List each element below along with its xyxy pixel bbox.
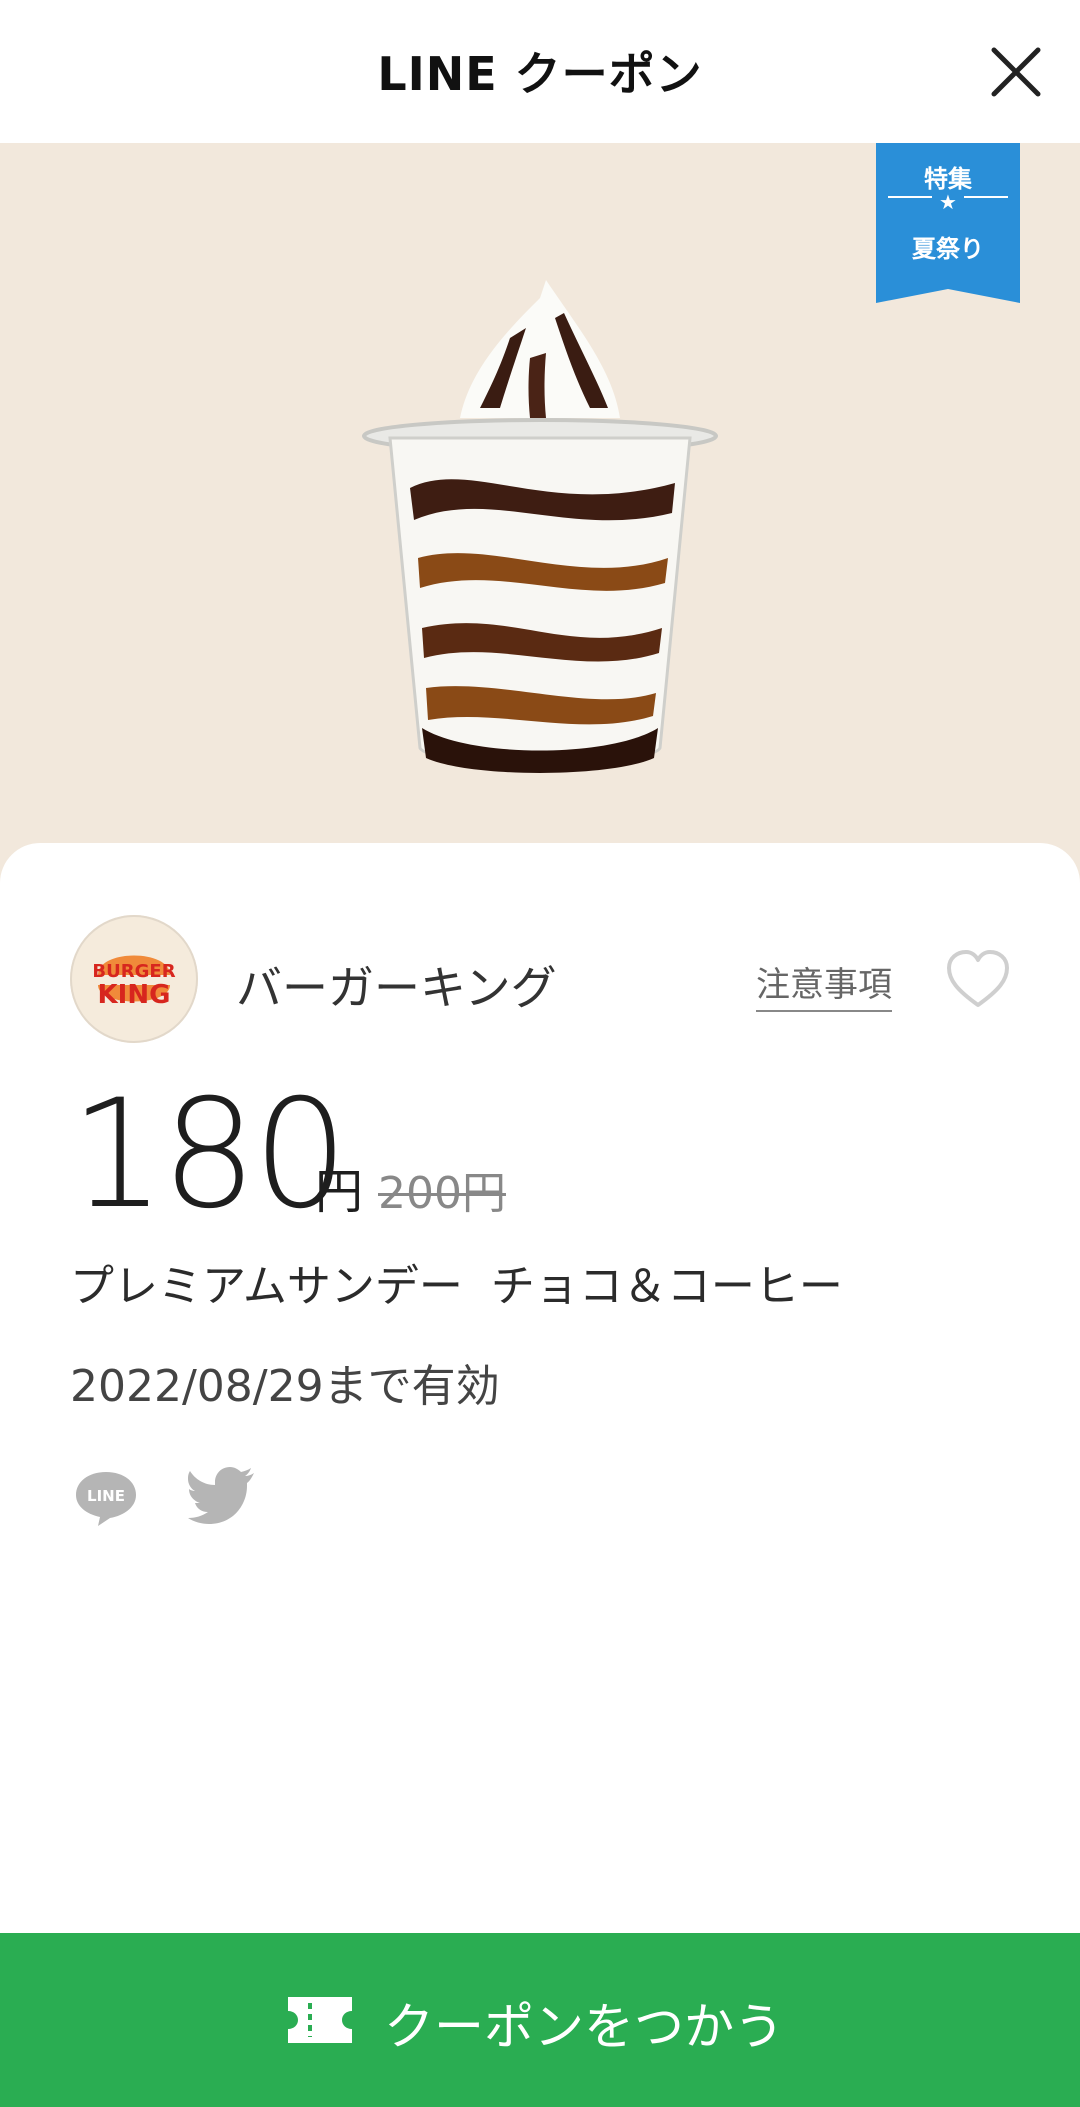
close-icon bbox=[991, 47, 1041, 97]
svg-text:KING: KING bbox=[98, 980, 171, 1010]
ticket-icon bbox=[288, 1997, 352, 2043]
app-title: LINE クーポン bbox=[377, 47, 703, 101]
brand-logo[interactable]: BURGER KING bbox=[70, 915, 198, 1043]
product-name: プレミアムサンデー チョコ＆コーヒー bbox=[70, 1261, 843, 1312]
favorite-button[interactable] bbox=[945, 950, 1011, 1010]
star-icon: ★ bbox=[939, 190, 957, 214]
use-coupon-button[interactable]: クーポンをつかう bbox=[0, 1933, 1080, 2107]
coupon-price: 180 bbox=[70, 1068, 348, 1242]
svg-text:LINE: LINE bbox=[87, 1487, 125, 1505]
brand-name[interactable]: バーガーキング bbox=[236, 952, 557, 1018]
original-price: 200円 bbox=[378, 1168, 506, 1219]
share-line-button[interactable]: LINE bbox=[74, 1468, 138, 1528]
ribbon-event-label: 夏祭り bbox=[912, 235, 984, 263]
share-twitter-button[interactable] bbox=[188, 1465, 256, 1525]
price-unit: 円 bbox=[315, 1164, 364, 1220]
hero-banner: 特集 ★ 夏祭り bbox=[0, 143, 1080, 883]
heart-outline-icon bbox=[947, 950, 1009, 1007]
notice-link[interactable]: 注意事項 bbox=[756, 957, 892, 1012]
sundae-chocolate-coffee-image bbox=[362, 280, 718, 773]
close-button[interactable] bbox=[980, 36, 1052, 108]
line-share-icon: LINE bbox=[76, 1472, 136, 1526]
burger-king-logo-icon: BURGER KING bbox=[92, 955, 176, 1010]
feature-ribbon[interactable]: 特集 ★ 夏祭り bbox=[876, 143, 1020, 303]
svg-text:BURGER: BURGER bbox=[92, 961, 175, 982]
use-coupon-label: クーポンをつかう bbox=[384, 1998, 784, 2056]
twitter-share-icon bbox=[188, 1467, 254, 1524]
valid-until: 2022/08/29まで有効 bbox=[70, 1361, 500, 1412]
top-bar: LINE クーポン bbox=[0, 0, 1080, 143]
